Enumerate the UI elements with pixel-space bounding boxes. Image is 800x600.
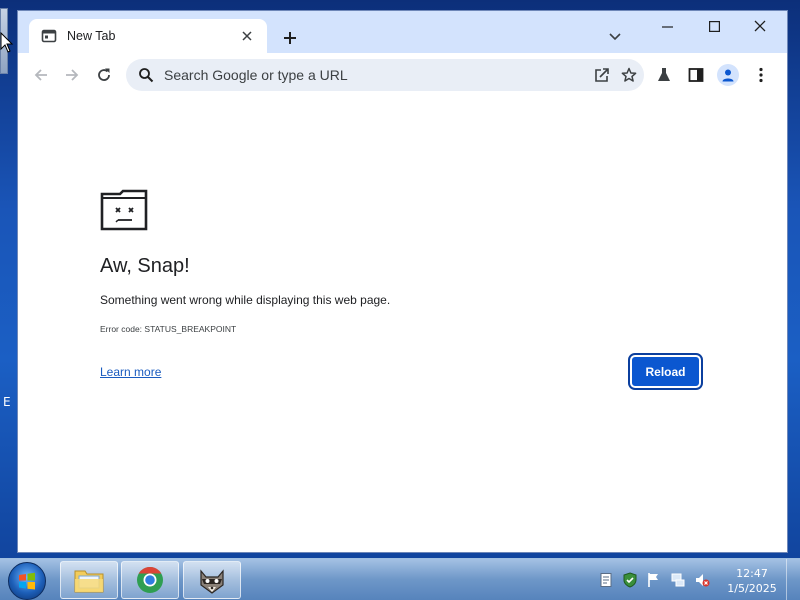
error-heading: Aw, Snap! <box>100 255 190 277</box>
minimize-icon <box>661 25 673 28</box>
bookmark-star-icon[interactable] <box>617 63 641 87</box>
share-icon[interactable] <box>590 63 614 87</box>
windows-logo-icon <box>19 572 35 590</box>
browser-toolbar <box>18 53 787 97</box>
chrome-icon <box>137 566 163 593</box>
more-menu-button[interactable] <box>749 63 773 87</box>
back-button[interactable] <box>27 61 55 89</box>
close-tab-icon[interactable] <box>239 28 255 44</box>
close-window-button[interactable] <box>737 11 783 41</box>
clock-time: 12:47 <box>736 567 768 580</box>
minimize-button[interactable] <box>644 11 690 41</box>
tab-title: New Tab <box>67 29 116 43</box>
new-tab-button[interactable] <box>276 24 304 52</box>
reload-button[interactable]: Reload <box>628 353 703 390</box>
show-desktop-button[interactable] <box>786 559 800 600</box>
side-panel-icon[interactable] <box>684 63 708 87</box>
error-code: Error code: STATUS_BREAKPOINT <box>100 324 237 334</box>
learn-more-link[interactable]: Learn more <box>100 365 161 379</box>
mouse-cursor-icon <box>0 32 14 53</box>
arrow-right-icon <box>66 69 79 81</box>
sad-tab-icon <box>100 189 148 231</box>
person-icon <box>722 69 734 82</box>
clock-date: 1/5/2025 <box>727 582 777 595</box>
reload-page-button[interactable] <box>90 61 118 89</box>
forward-button[interactable] <box>58 61 86 89</box>
taskbar-app-chrome[interactable] <box>121 561 179 599</box>
taskbar: 12:47 1/5/2025 <box>0 558 800 600</box>
network-icon[interactable] <box>670 572 686 588</box>
profile-button[interactable] <box>716 63 740 87</box>
error-message: Something went wrong while displaying th… <box>100 293 391 307</box>
avatar <box>717 64 739 86</box>
plus-icon <box>284 32 296 44</box>
volume-muted-icon[interactable] <box>694 572 710 588</box>
system-clock[interactable]: 12:47 1/5/2025 <box>722 566 782 596</box>
security-shield-icon[interactable] <box>622 572 638 588</box>
new-tab-favicon-icon <box>41 29 57 43</box>
labs-flask-icon[interactable] <box>652 63 676 87</box>
maximize-icon <box>708 20 720 32</box>
raccoon-icon <box>200 569 224 594</box>
kebab-menu-icon <box>759 67 763 83</box>
browser-window: New Tab Search Google or type a URL Aw, … <box>17 10 788 553</box>
address-input[interactable] <box>164 67 590 83</box>
address-bar[interactable] <box>126 59 644 91</box>
start-button[interactable] <box>8 562 46 600</box>
tab-search-button[interactable] <box>603 25 627 49</box>
tab-new-tab[interactable]: New Tab <box>29 19 267 53</box>
folder-icon <box>74 570 104 593</box>
chevron-down-icon <box>609 33 621 41</box>
desktop-icon-label-partial: E <box>3 395 11 409</box>
search-icon <box>139 68 154 83</box>
maximize-button[interactable] <box>691 11 737 41</box>
taskbar-app-raccoon-game[interactable] <box>183 561 241 599</box>
close-icon <box>754 20 766 32</box>
action-center-flag-icon[interactable] <box>646 572 662 588</box>
document-tray-icon[interactable] <box>598 572 614 588</box>
taskbar-app-file-explorer[interactable] <box>60 561 118 599</box>
title-bar[interactable]: New Tab <box>18 11 787 53</box>
arrow-left-icon <box>34 69 47 81</box>
refresh-icon <box>98 68 110 81</box>
error-page: Aw, Snap! Something went wrong while dis… <box>18 97 787 552</box>
